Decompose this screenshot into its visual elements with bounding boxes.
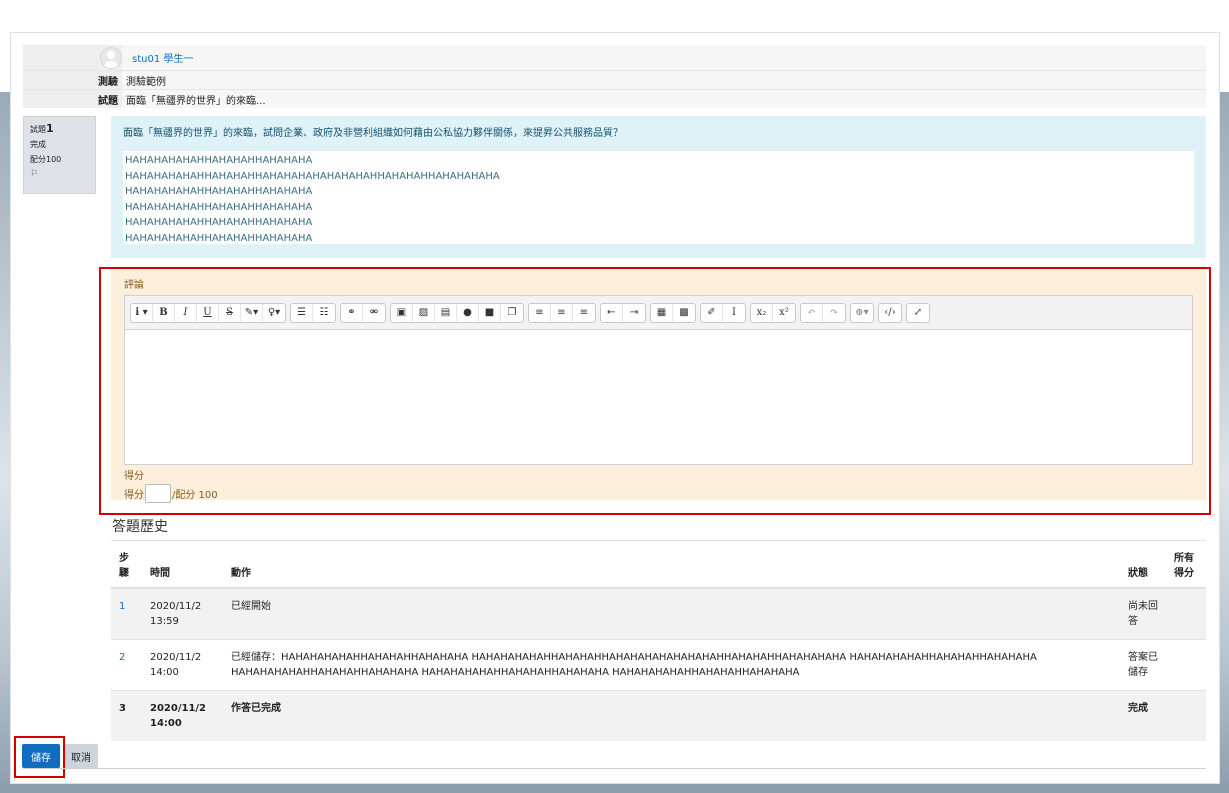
- question-row: 試題 面臨「無疆界的世界」的來臨...: [23, 89, 1206, 108]
- question-state: 完成: [30, 140, 46, 149]
- question-number-prefix: 試題: [30, 125, 46, 134]
- user-link[interactable]: stu01 學生一: [132, 50, 193, 65]
- col-action: 動作: [223, 540, 1120, 589]
- response-history: 答題歷史 步驟 時間 動作 狀態 所有得分 1 2020/11/2 13:59 …: [111, 516, 1206, 741]
- history-table: 步驟 時間 動作 狀態 所有得分 1 2020/11/2 13:59 已經開始 …: [111, 540, 1206, 741]
- state-cell: 答案已儲存: [1120, 639, 1166, 691]
- col-time: 時間: [142, 540, 223, 589]
- question-info-box: 試題1 完成 配分100 ⚐: [23, 116, 96, 194]
- step-link[interactable]: 2: [111, 639, 142, 691]
- step-link[interactable]: 1: [111, 587, 142, 640]
- question-label: 試題: [23, 90, 122, 108]
- state-cell: 尚未回答: [1120, 587, 1166, 640]
- marks-cell: [1166, 690, 1206, 741]
- state-cell: 完成: [1120, 690, 1166, 741]
- marks-cell: [1166, 587, 1206, 640]
- answer-line: HAHAHAHAHAHHAHAHAHHAHAHAHAHAHAHAHAHHAHAH…: [125, 170, 500, 182]
- flag-icon[interactable]: ⚐: [30, 167, 89, 182]
- action-cell: 作答已完成: [223, 690, 1120, 741]
- col-marks: 所有得分: [1166, 540, 1206, 589]
- history-title: 答題歷史: [112, 519, 168, 535]
- step-cell: 3: [111, 690, 142, 741]
- time-cell: 2020/11/2 14:00: [142, 690, 223, 741]
- question-value: 面臨「無疆界的世界」的來臨...: [122, 90, 1206, 108]
- question-number: 1: [46, 122, 54, 135]
- table-row: 1 2020/11/2 13:59 已經開始 尚未回答: [111, 587, 1206, 640]
- table-row: 2 2020/11/2 14:00 已經儲存：HAHAHAHAHAHHAHAHA…: [111, 639, 1206, 691]
- question-marks: 配分100: [30, 155, 62, 164]
- question-formulation: 面臨「無疆界的世界」的來臨，試問企業、政府及非營利組織如何藉由公私協力夥伴關係，…: [111, 116, 1206, 258]
- user-row: stu01 學生一: [23, 45, 1206, 70]
- time-cell: 2020/11/2 14:00: [142, 639, 223, 691]
- avatar: [100, 46, 122, 69]
- table-row: 3 2020/11/2 14:00 作答已完成 完成: [111, 690, 1206, 741]
- divider: [23, 768, 1206, 769]
- answer-line: HAHAHAHAHAHHAHAHAHHAHAHAHA: [125, 217, 313, 228]
- answer-line: HAHAHAHAHAHHAHAHAHHAHAHAHA: [125, 201, 313, 213]
- answer-line: HAHAHAHAHAHHAHAHAHHAHAHAHA: [125, 186, 313, 197]
- marks-cell: [1166, 639, 1206, 691]
- action-cell: 已經儲存：HAHAHAHAHAHHAHAHAHHAHAHAHA HAHAHAHA…: [223, 639, 1120, 691]
- attempt-info: stu01 學生一 測驗 測驗範例 試題 面臨「無疆界的世界」的來臨...: [23, 45, 1206, 108]
- col-step: 步驟: [111, 540, 142, 589]
- quiz-row: 測驗 測驗範例: [23, 70, 1206, 89]
- highlight-box: [14, 736, 65, 778]
- question-text: 面臨「無疆界的世界」的來臨，試問企業、政府及非營利組織如何藉由公私協力夥伴關係，…: [123, 128, 623, 139]
- cancel-button[interactable]: 取消: [64, 744, 98, 768]
- highlight-box: [99, 267, 1211, 515]
- time-cell: 2020/11/2 13:59: [142, 587, 223, 640]
- quiz-value: 測驗範例: [122, 71, 1206, 89]
- student-answer: HAHAHAHAHAHHAHAHAHHAHAHAHA HAHAHAHAHAHHA…: [123, 151, 1194, 244]
- quiz-label: 測驗: [23, 71, 122, 89]
- action-cell: 已經開始: [223, 587, 1120, 640]
- answer-line: HAHAHAHAHAHHAHAHAHHAHAHAHA: [125, 232, 313, 244]
- answer-line: HAHAHAHAHAHHAHAHAHHAHAHAHA: [125, 155, 313, 166]
- col-state: 狀態: [1120, 540, 1166, 589]
